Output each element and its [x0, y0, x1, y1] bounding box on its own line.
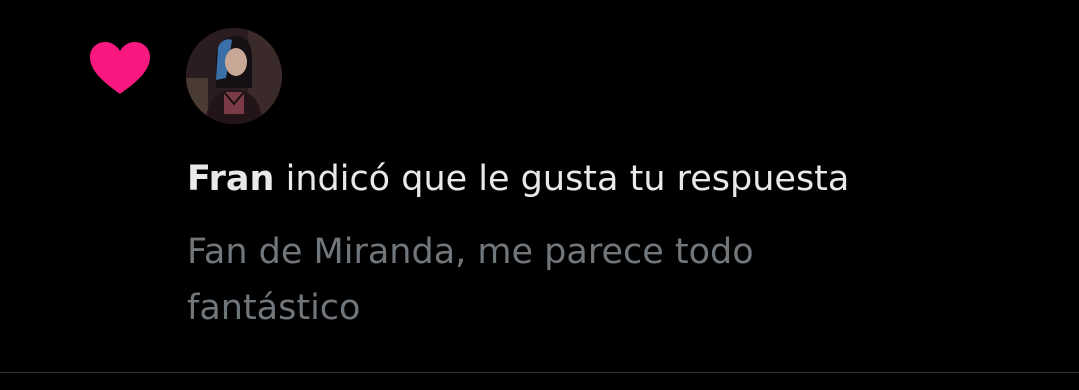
reply-text[interactable]: Fan de Miranda, me parece todo fantástic…: [187, 224, 887, 336]
divider: [0, 372, 1079, 373]
action-text: indicó que le gusta tu respuesta: [274, 159, 850, 199]
like-notification[interactable]: Fran indicó que le gusta tu respuesta Fa…: [0, 0, 1079, 372]
heart-icon: [88, 40, 152, 96]
user-name[interactable]: Fran: [187, 159, 274, 199]
notification-headline: Fran indicó que le gusta tu respuesta: [187, 152, 849, 206]
avatar[interactable]: [186, 28, 282, 124]
